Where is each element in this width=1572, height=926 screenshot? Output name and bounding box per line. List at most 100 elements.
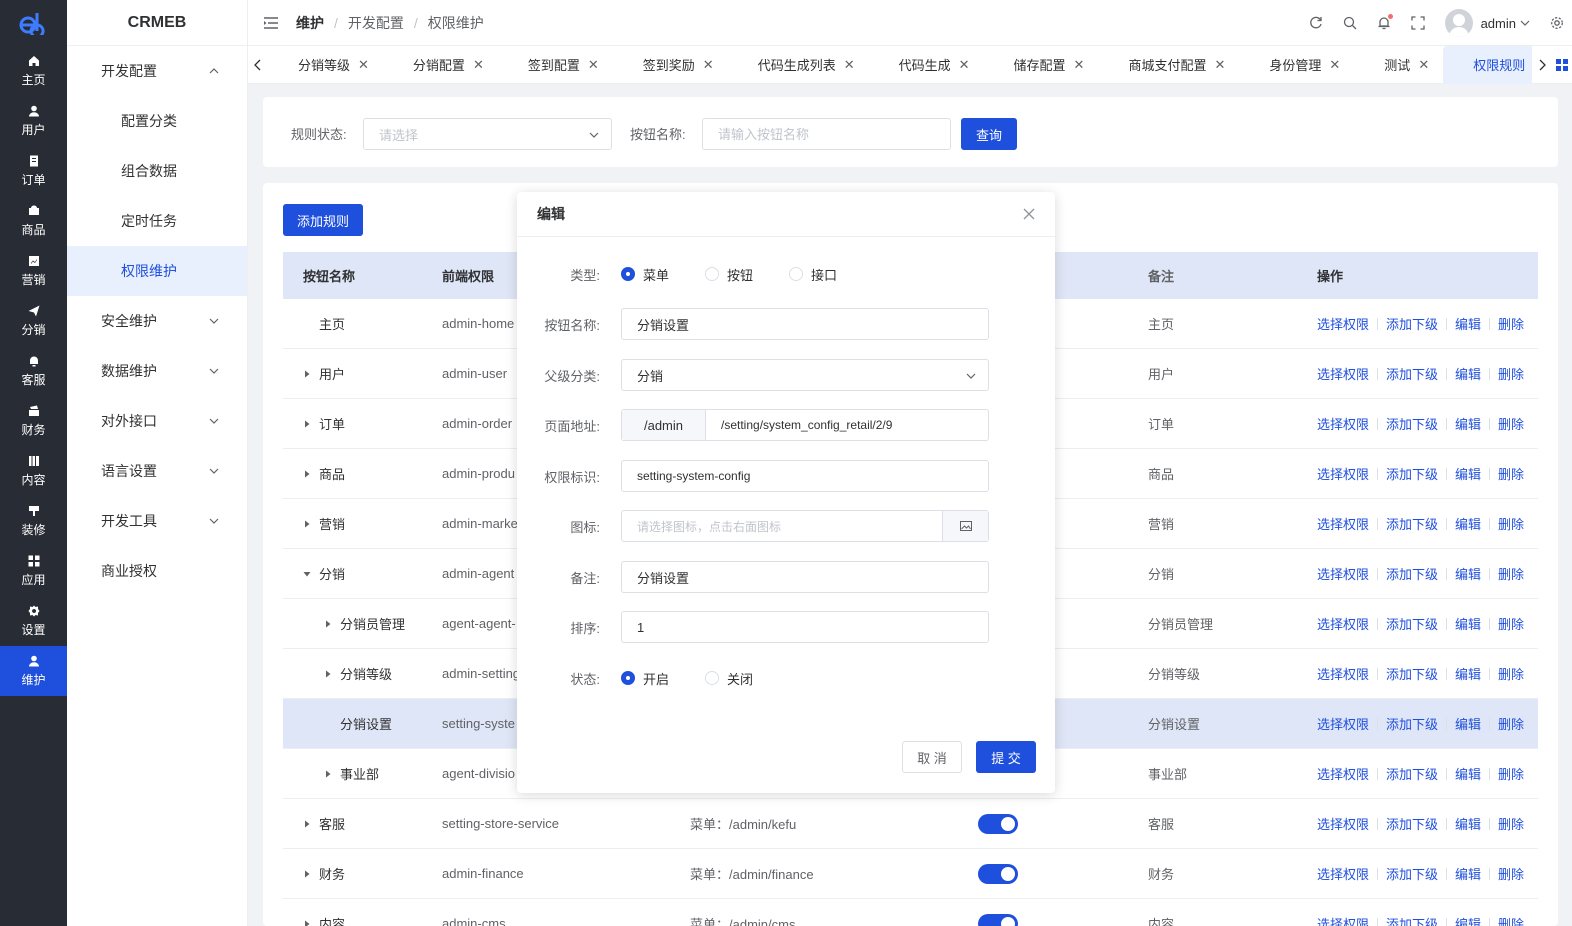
logo[interactable] [0, 0, 67, 46]
tab[interactable]: 分销配置 ✕ [383, 46, 498, 84]
name-filter-input[interactable] [702, 118, 951, 150]
tab[interactable]: 签到奖励 ✕ [613, 46, 728, 84]
menu-sub-scheduled-tasks[interactable]: 定时任务 [67, 196, 247, 246]
button-name-input[interactable]: 分销设置 [621, 308, 989, 340]
tab-close-icon[interactable]: ✕ [959, 57, 970, 73]
rail-item-distribution[interactable]: 分销 [0, 296, 67, 346]
rail-item-home[interactable]: 主页 [0, 46, 67, 96]
expand-caret-icon[interactable] [324, 620, 332, 628]
select-permission-link[interactable]: 选择权限 [1317, 314, 1369, 333]
delete-link[interactable]: 删除 [1498, 414, 1524, 433]
add-child-link[interactable]: 添加下级 [1386, 764, 1438, 783]
note-input[interactable]: 分销设置 [621, 561, 989, 593]
add-child-link[interactable]: 添加下级 [1386, 364, 1438, 383]
select-permission-link[interactable]: 选择权限 [1317, 464, 1369, 483]
expand-caret-icon[interactable] [303, 870, 311, 878]
edit-link[interactable]: 编辑 [1455, 714, 1481, 733]
tab-scroll-right[interactable] [1532, 59, 1552, 71]
tab[interactable]: 储存配置 ✕ [984, 46, 1099, 84]
tab-menu[interactable] [1552, 58, 1572, 71]
expand-caret-icon[interactable] [303, 920, 311, 926]
fullscreen-icon[interactable] [1410, 16, 1425, 30]
menu-group[interactable]: 开发工具 [67, 496, 247, 546]
type-radio-button[interactable]: 按钮 [705, 265, 753, 284]
add-child-link[interactable]: 添加下级 [1386, 914, 1438, 926]
tab-close-icon[interactable]: ✕ [358, 57, 369, 73]
rail-item-service[interactable]: 客服 [0, 346, 67, 396]
user-menu[interactable]: admin [1481, 16, 1530, 31]
breadcrumb-item[interactable]: 开发配置 [348, 13, 404, 33]
edit-link[interactable]: 编辑 [1455, 564, 1481, 583]
status-radio-off[interactable]: 关闭 [705, 669, 753, 688]
rail-item-decorate[interactable]: 装修 [0, 496, 67, 546]
delete-link[interactable]: 删除 [1498, 664, 1524, 683]
select-permission-link[interactable]: 选择权限 [1317, 614, 1369, 633]
add-child-link[interactable]: 添加下级 [1386, 464, 1438, 483]
status-switch[interactable] [978, 913, 1018, 926]
select-permission-link[interactable]: 选择权限 [1317, 364, 1369, 383]
edit-link[interactable]: 编辑 [1455, 614, 1481, 633]
permission-key-input[interactable]: setting-system-config [621, 460, 989, 492]
menu-group[interactable]: 数据维护 [67, 346, 247, 396]
tab[interactable]: 测试 ✕ [1354, 46, 1443, 84]
parent-category-select[interactable]: 分销 [621, 359, 989, 391]
status-filter-select[interactable]: 请选择 [363, 118, 612, 150]
add-child-link[interactable]: 添加下级 [1386, 414, 1438, 433]
tab-close-icon[interactable]: ✕ [703, 57, 714, 73]
tab-scroll-left[interactable] [248, 59, 268, 71]
collapse-caret-icon[interactable] [303, 570, 311, 578]
rail-item-content[interactable]: 内容 [0, 446, 67, 496]
breadcrumb-item[interactable]: 维护 [296, 13, 324, 33]
refresh-icon[interactable] [1309, 16, 1323, 30]
select-permission-link[interactable]: 选择权限 [1317, 514, 1369, 533]
edit-link[interactable]: 编辑 [1455, 914, 1481, 926]
select-permission-link[interactable]: 选择权限 [1317, 564, 1369, 583]
edit-link[interactable]: 编辑 [1455, 764, 1481, 783]
expand-caret-icon[interactable] [324, 670, 332, 678]
delete-link[interactable]: 删除 [1498, 714, 1524, 733]
expand-caret-icon[interactable] [324, 770, 332, 778]
add-child-link[interactable]: 添加下级 [1386, 314, 1438, 333]
rail-item-settings[interactable]: 设置 [0, 596, 67, 646]
select-permission-link[interactable]: 选择权限 [1317, 714, 1369, 733]
add-child-link[interactable]: 添加下级 [1386, 714, 1438, 733]
notification-bell[interactable] [1377, 14, 1393, 30]
delete-link[interactable]: 删除 [1498, 614, 1524, 633]
type-radio-api[interactable]: 接口 [789, 265, 837, 284]
tab-close-icon[interactable]: ✕ [1418, 57, 1429, 73]
select-permission-link[interactable]: 选择权限 [1317, 764, 1369, 783]
tab[interactable]: 签到配置 ✕ [498, 46, 613, 84]
avatar[interactable] [1444, 9, 1473, 37]
select-permission-link[interactable]: 选择权限 [1317, 664, 1369, 683]
delete-link[interactable]: 删除 [1498, 314, 1524, 333]
select-permission-link[interactable]: 选择权限 [1317, 414, 1369, 433]
menu-toggle-icon[interactable] [264, 16, 278, 29]
submit-button[interactable]: 提 交 [976, 741, 1036, 773]
expand-caret-icon[interactable] [303, 520, 311, 528]
tab-close-icon[interactable]: ✕ [473, 57, 484, 73]
rail-item-apps[interactable]: 应用 [0, 546, 67, 596]
delete-link[interactable]: 删除 [1498, 364, 1524, 383]
rail-item-user[interactable]: 用户 [0, 96, 67, 146]
type-radio-menu[interactable]: 菜单 [621, 265, 669, 284]
page-scrollbar[interactable] [1564, 84, 1572, 926]
delete-link[interactable]: 删除 [1498, 564, 1524, 583]
edit-link[interactable]: 编辑 [1455, 464, 1481, 483]
sort-input[interactable]: 1 [621, 611, 989, 643]
rail-item-maintain[interactable]: 维护 [0, 646, 67, 696]
tab-close-icon[interactable]: ✕ [1329, 57, 1340, 73]
status-switch[interactable] [978, 813, 1018, 834]
search-icon[interactable] [1343, 16, 1357, 30]
edit-link[interactable]: 编辑 [1455, 664, 1481, 683]
edit-link[interactable]: 编辑 [1455, 314, 1481, 333]
add-child-link[interactable]: 添加下级 [1386, 814, 1438, 833]
menu-license[interactable]: 商业授权 [67, 546, 247, 596]
edit-link[interactable]: 编辑 [1455, 514, 1481, 533]
rail-item-product[interactable]: 商品 [0, 196, 67, 246]
add-child-link[interactable]: 添加下级 [1386, 614, 1438, 633]
edit-link[interactable]: 编辑 [1455, 864, 1481, 883]
edit-link[interactable]: 编辑 [1455, 414, 1481, 433]
select-permission-link[interactable]: 选择权限 [1317, 864, 1369, 883]
tab-close-icon[interactable]: ✕ [1074, 57, 1085, 73]
cancel-button[interactable]: 取 消 [902, 741, 962, 773]
